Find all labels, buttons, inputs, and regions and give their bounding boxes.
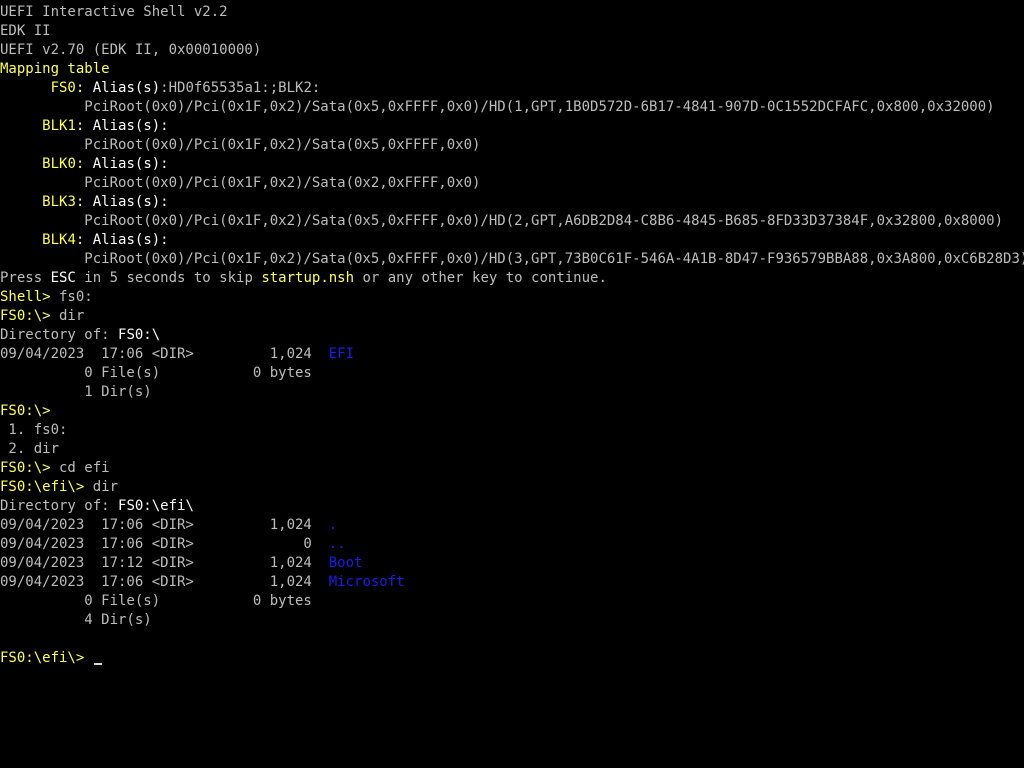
console-text: FS0:\> bbox=[0, 403, 51, 419]
console-text: Alias(s): bbox=[84, 194, 169, 210]
console-line: 4 Dir(s) bbox=[0, 611, 1024, 630]
console-text: Alias(s): bbox=[84, 118, 169, 134]
console-line: 09/04/2023 17:06 <DIR> 0 .. bbox=[0, 535, 1024, 554]
console-text: :HD0f65535a1:;BLK2: bbox=[160, 80, 321, 96]
console-text: cd efi bbox=[50, 460, 110, 476]
console-line: FS0: Alias(s):HD0f65535a1:;BLK2: bbox=[0, 79, 1024, 98]
console-line: BLK1: Alias(s): bbox=[0, 117, 1024, 136]
console-line: 1. fs0: bbox=[0, 421, 1024, 440]
console-text: Boot bbox=[328, 555, 363, 571]
console-text: BLK3: bbox=[42, 194, 85, 210]
console-text: dir bbox=[50, 308, 85, 324]
console-text: 09/04/2023 17:06 <DIR> 0 bbox=[0, 536, 329, 552]
console-text: 1 Dir(s) bbox=[0, 384, 152, 400]
console-text: Shell> bbox=[0, 289, 51, 305]
console-text: ESC bbox=[50, 270, 76, 286]
console-line: 09/04/2023 17:06 <DIR> 1,024 . bbox=[0, 516, 1024, 535]
console-text: EFI bbox=[328, 346, 355, 362]
console-line: UEFI Interactive Shell v2.2 bbox=[0, 3, 1024, 22]
console-text: 0 File(s) 0 bytes bbox=[0, 365, 312, 381]
console-text: Alias(s): bbox=[84, 232, 169, 248]
console-line: 0 File(s) 0 bytes bbox=[0, 592, 1024, 611]
console-text: PciRoot(0x0)/Pci(0x1F,0x2)/Sata(0x5,0xFF… bbox=[0, 137, 481, 153]
console-line: FS0:\> bbox=[0, 402, 1024, 421]
console-text: FS0:\ bbox=[118, 327, 161, 343]
console-line: FS0:\efi\> bbox=[0, 649, 1024, 668]
console-text: Press bbox=[0, 270, 51, 286]
console-text: 0 File(s) 0 bytes bbox=[0, 593, 312, 609]
console-line: PciRoot(0x0)/Pci(0x1F,0x2)/Sata(0x5,0xFF… bbox=[0, 98, 1024, 117]
console-line: PciRoot(0x0)/Pci(0x1F,0x2)/Sata(0x2,0xFF… bbox=[0, 174, 1024, 193]
console-text: BLK0: bbox=[42, 156, 85, 172]
console-line: FS0:\> cd efi bbox=[0, 459, 1024, 478]
uefi-shell-console[interactable]: UEFI Interactive Shell v2.2 EDK II UEFI v2… bbox=[0, 3, 1024, 768]
console-line: BLK3: Alias(s): bbox=[0, 193, 1024, 212]
console-text: 09/04/2023 17:12 <DIR> 1,024 bbox=[0, 555, 329, 571]
console-text: BLK4: bbox=[42, 232, 85, 248]
console-text: PciRoot(0x0)/Pci(0x1F,0x2)/Sata(0x5,0xFF… bbox=[0, 213, 1004, 229]
console-text: Microsoft bbox=[328, 574, 405, 590]
console-line: Directory of: FS0:\ bbox=[0, 326, 1024, 345]
console-text: Directory of: bbox=[0, 498, 119, 514]
console-text: FS0:\> bbox=[0, 460, 51, 476]
console-text: FS0:\efi\ bbox=[118, 498, 194, 514]
console-text: fs0: bbox=[50, 289, 93, 305]
console-text: Directory of: bbox=[0, 327, 119, 343]
console-line: 2. dir bbox=[0, 440, 1024, 459]
console-text: 1. fs0: bbox=[0, 422, 68, 438]
console-text: . bbox=[328, 517, 338, 533]
console-text: BLK1: bbox=[42, 118, 85, 134]
console-text: .. bbox=[328, 536, 346, 552]
console-text: Alias(s) bbox=[84, 80, 161, 96]
console-text: UEFI Interactive Shell v2.2 bbox=[0, 4, 228, 20]
console-line: FS0:\efi\> dir bbox=[0, 478, 1024, 497]
console-text: FS0:\efi\> bbox=[0, 650, 85, 666]
console-line: Press ESC in 5 seconds to skip startup.n… bbox=[0, 269, 1024, 288]
console-text: startup.nsh bbox=[261, 270, 355, 286]
console-text: PciRoot(0x0)/Pci(0x1F,0x2)/Sata(0x5,0xFF… bbox=[0, 99, 995, 115]
console-text: 09/04/2023 17:06 <DIR> 1,024 bbox=[0, 346, 329, 362]
console-text: PciRoot(0x0)/Pci(0x1F,0x2)/Sata(0x5,0xFF… bbox=[0, 251, 1024, 267]
console-text: Alias(s): bbox=[84, 156, 169, 172]
console-line: 1 Dir(s) bbox=[0, 383, 1024, 402]
console-line: BLK4: Alias(s): bbox=[0, 231, 1024, 250]
console-line: BLK0: Alias(s): bbox=[0, 155, 1024, 174]
console-text: 09/04/2023 17:06 <DIR> 1,024 bbox=[0, 517, 329, 533]
console-text: or any other key to continue. bbox=[354, 270, 607, 286]
console-text: FS0:\efi\> bbox=[0, 479, 85, 495]
console-line: 0 File(s) 0 bytes bbox=[0, 364, 1024, 383]
console-line: Directory of: FS0:\efi\ bbox=[0, 497, 1024, 516]
console-text: 2. dir bbox=[0, 441, 60, 457]
console-line: 09/04/2023 17:06 <DIR> 1,024 EFI bbox=[0, 345, 1024, 364]
console-text: dir bbox=[84, 479, 119, 495]
console-text: Mapping table bbox=[0, 61, 110, 77]
console-line: EDK II bbox=[0, 22, 1024, 41]
console-line: UEFI v2.70 (EDK II, 0x00010000) bbox=[0, 41, 1024, 60]
text-cursor bbox=[93, 663, 102, 665]
console-text: in 5 seconds to skip bbox=[75, 270, 262, 286]
console-line: PciRoot(0x0)/Pci(0x1F,0x2)/Sata(0x5,0xFF… bbox=[0, 250, 1024, 269]
console-text: UEFI v2.70 (EDK II, 0x00010000) bbox=[0, 42, 262, 58]
console-text: 4 Dir(s) bbox=[0, 612, 152, 628]
console-line: 09/04/2023 17:12 <DIR> 1,024 Boot bbox=[0, 554, 1024, 573]
console-text: 09/04/2023 17:06 <DIR> 1,024 bbox=[0, 574, 329, 590]
console-text: FS0: bbox=[50, 80, 85, 96]
console-line: FS0:\> dir bbox=[0, 307, 1024, 326]
console-line: PciRoot(0x0)/Pci(0x1F,0x2)/Sata(0x5,0xFF… bbox=[0, 212, 1024, 231]
console-line: Mapping table bbox=[0, 60, 1024, 79]
console-line: Shell> fs0: bbox=[0, 288, 1024, 307]
console-text: EDK II bbox=[0, 23, 51, 39]
console-line: 09/04/2023 17:06 <DIR> 1,024 Microsoft bbox=[0, 573, 1024, 592]
console-text: PciRoot(0x0)/Pci(0x1F,0x2)/Sata(0x2,0xFF… bbox=[0, 175, 481, 191]
console-text: FS0:\> bbox=[0, 308, 51, 324]
console-line: PciRoot(0x0)/Pci(0x1F,0x2)/Sata(0x5,0xFF… bbox=[0, 136, 1024, 155]
